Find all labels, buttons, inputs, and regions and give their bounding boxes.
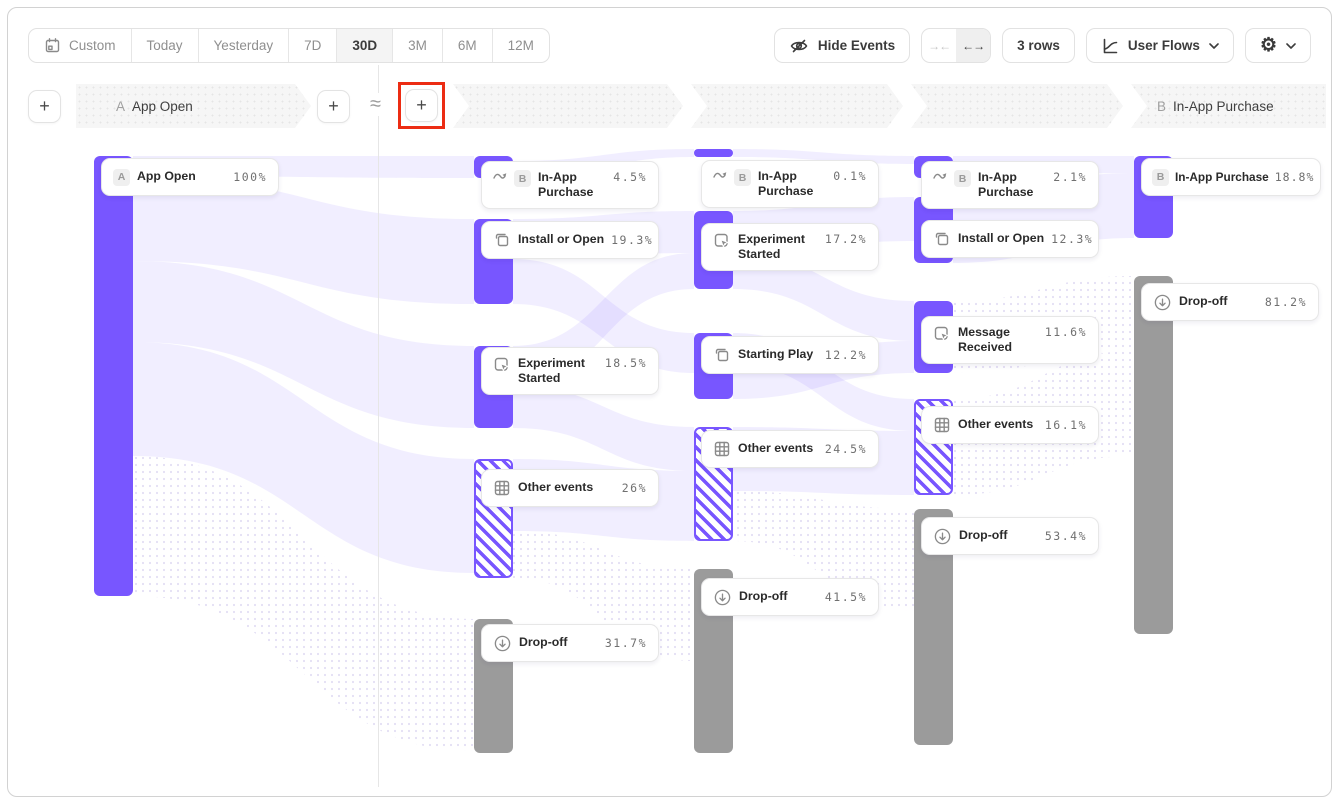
- arrow-down-circle-icon: [933, 527, 952, 546]
- node-card-drop-off[interactable]: Drop-off 31.7%: [481, 624, 659, 662]
- annotation-highlight-box: [398, 82, 445, 129]
- node-card-experiment-started[interactable]: Experiment Started 18.5%: [481, 347, 659, 395]
- node-card-inapp-purchase[interactable]: B In-App Purchase 0.1%: [701, 160, 879, 208]
- step-letter-badge: B: [734, 169, 751, 186]
- grid-icon: [713, 440, 731, 458]
- grid-icon: [493, 479, 511, 497]
- grid-icon: [933, 416, 951, 434]
- node-card-starting-play[interactable]: Starting Play 12.2%: [701, 336, 879, 374]
- cursor-click-icon: [493, 356, 511, 374]
- add-step-left-button[interactable]: +: [28, 90, 61, 123]
- node-card-other-events[interactable]: Other events 26%: [481, 469, 659, 507]
- node-card-message-received[interactable]: Message Received 11.6%: [921, 316, 1099, 364]
- step-header-segment-4: [911, 84, 1123, 128]
- arrow-down-circle-icon: [1153, 293, 1172, 312]
- step-letter-badge: B: [1152, 169, 1169, 186]
- arrow-down-circle-icon: [493, 634, 512, 653]
- cursor-click-icon: [713, 232, 731, 250]
- step-letter-badge: B: [954, 170, 971, 187]
- node-card-install-or-open[interactable]: Install or Open 19.3%: [481, 221, 659, 259]
- sequence-break-divider: [378, 65, 379, 787]
- node-card-drop-off[interactable]: Drop-off 53.4%: [921, 517, 1099, 555]
- node-card-inapp-purchase[interactable]: B In-App Purchase 18.8%: [1141, 158, 1321, 196]
- node-card-other-events[interactable]: Other events 16.1%: [921, 406, 1099, 444]
- cursor-click-icon: [933, 325, 951, 343]
- step-header-start[interactable]: A App Open: [76, 84, 311, 128]
- node-card-drop-off[interactable]: Drop-off 81.2%: [1141, 283, 1319, 321]
- node-card-other-events[interactable]: Other events 24.5%: [701, 430, 879, 468]
- node-card-inapp-purchase[interactable]: B In-App Purchase 2.1%: [921, 161, 1099, 209]
- node-card-app-open[interactable]: A App Open 100%: [101, 158, 279, 196]
- node-bar-drop-off[interactable]: [1134, 276, 1173, 634]
- step-letter-badge: B: [1157, 99, 1166, 114]
- step-letter-badge: B: [514, 170, 531, 187]
- step-header-label: In-App Purchase: [1173, 99, 1274, 114]
- step-letter-badge: A: [113, 169, 130, 186]
- node-card-inapp-purchase[interactable]: B In-App Purchase 4.5%: [481, 161, 659, 209]
- step-letter-badge: A: [116, 99, 125, 114]
- trend-arrow-icon: [713, 169, 727, 181]
- node-card-drop-off[interactable]: Drop-off 41.5%: [701, 578, 879, 616]
- node-card-experiment-started[interactable]: Experiment Started 17.2%: [701, 223, 879, 271]
- arrow-down-circle-icon: [713, 588, 732, 607]
- step-header-segment-2: [453, 84, 683, 128]
- overlap-squares-icon: [713, 346, 731, 364]
- trend-arrow-icon: [933, 170, 947, 182]
- node-bar-inapp-purchase[interactable]: [694, 149, 733, 157]
- sequence-break-symbol: ≈: [367, 93, 384, 116]
- step-header-end[interactable]: B In-App Purchase: [1131, 84, 1326, 128]
- step-header-segment-3: [691, 84, 903, 128]
- overlap-squares-icon: [933, 230, 951, 248]
- node-bar-app-open[interactable]: [94, 156, 133, 596]
- add-step-after-start-button[interactable]: +: [317, 90, 350, 123]
- report-canvas: Custom Today Yesterday 7D 30D 3M 6M 12M …: [7, 7, 1332, 797]
- trend-arrow-icon: [493, 170, 507, 182]
- node-card-install-or-open[interactable]: Install or Open 12.3%: [921, 220, 1099, 258]
- step-header-label: App Open: [132, 99, 193, 114]
- overlap-squares-icon: [493, 231, 511, 249]
